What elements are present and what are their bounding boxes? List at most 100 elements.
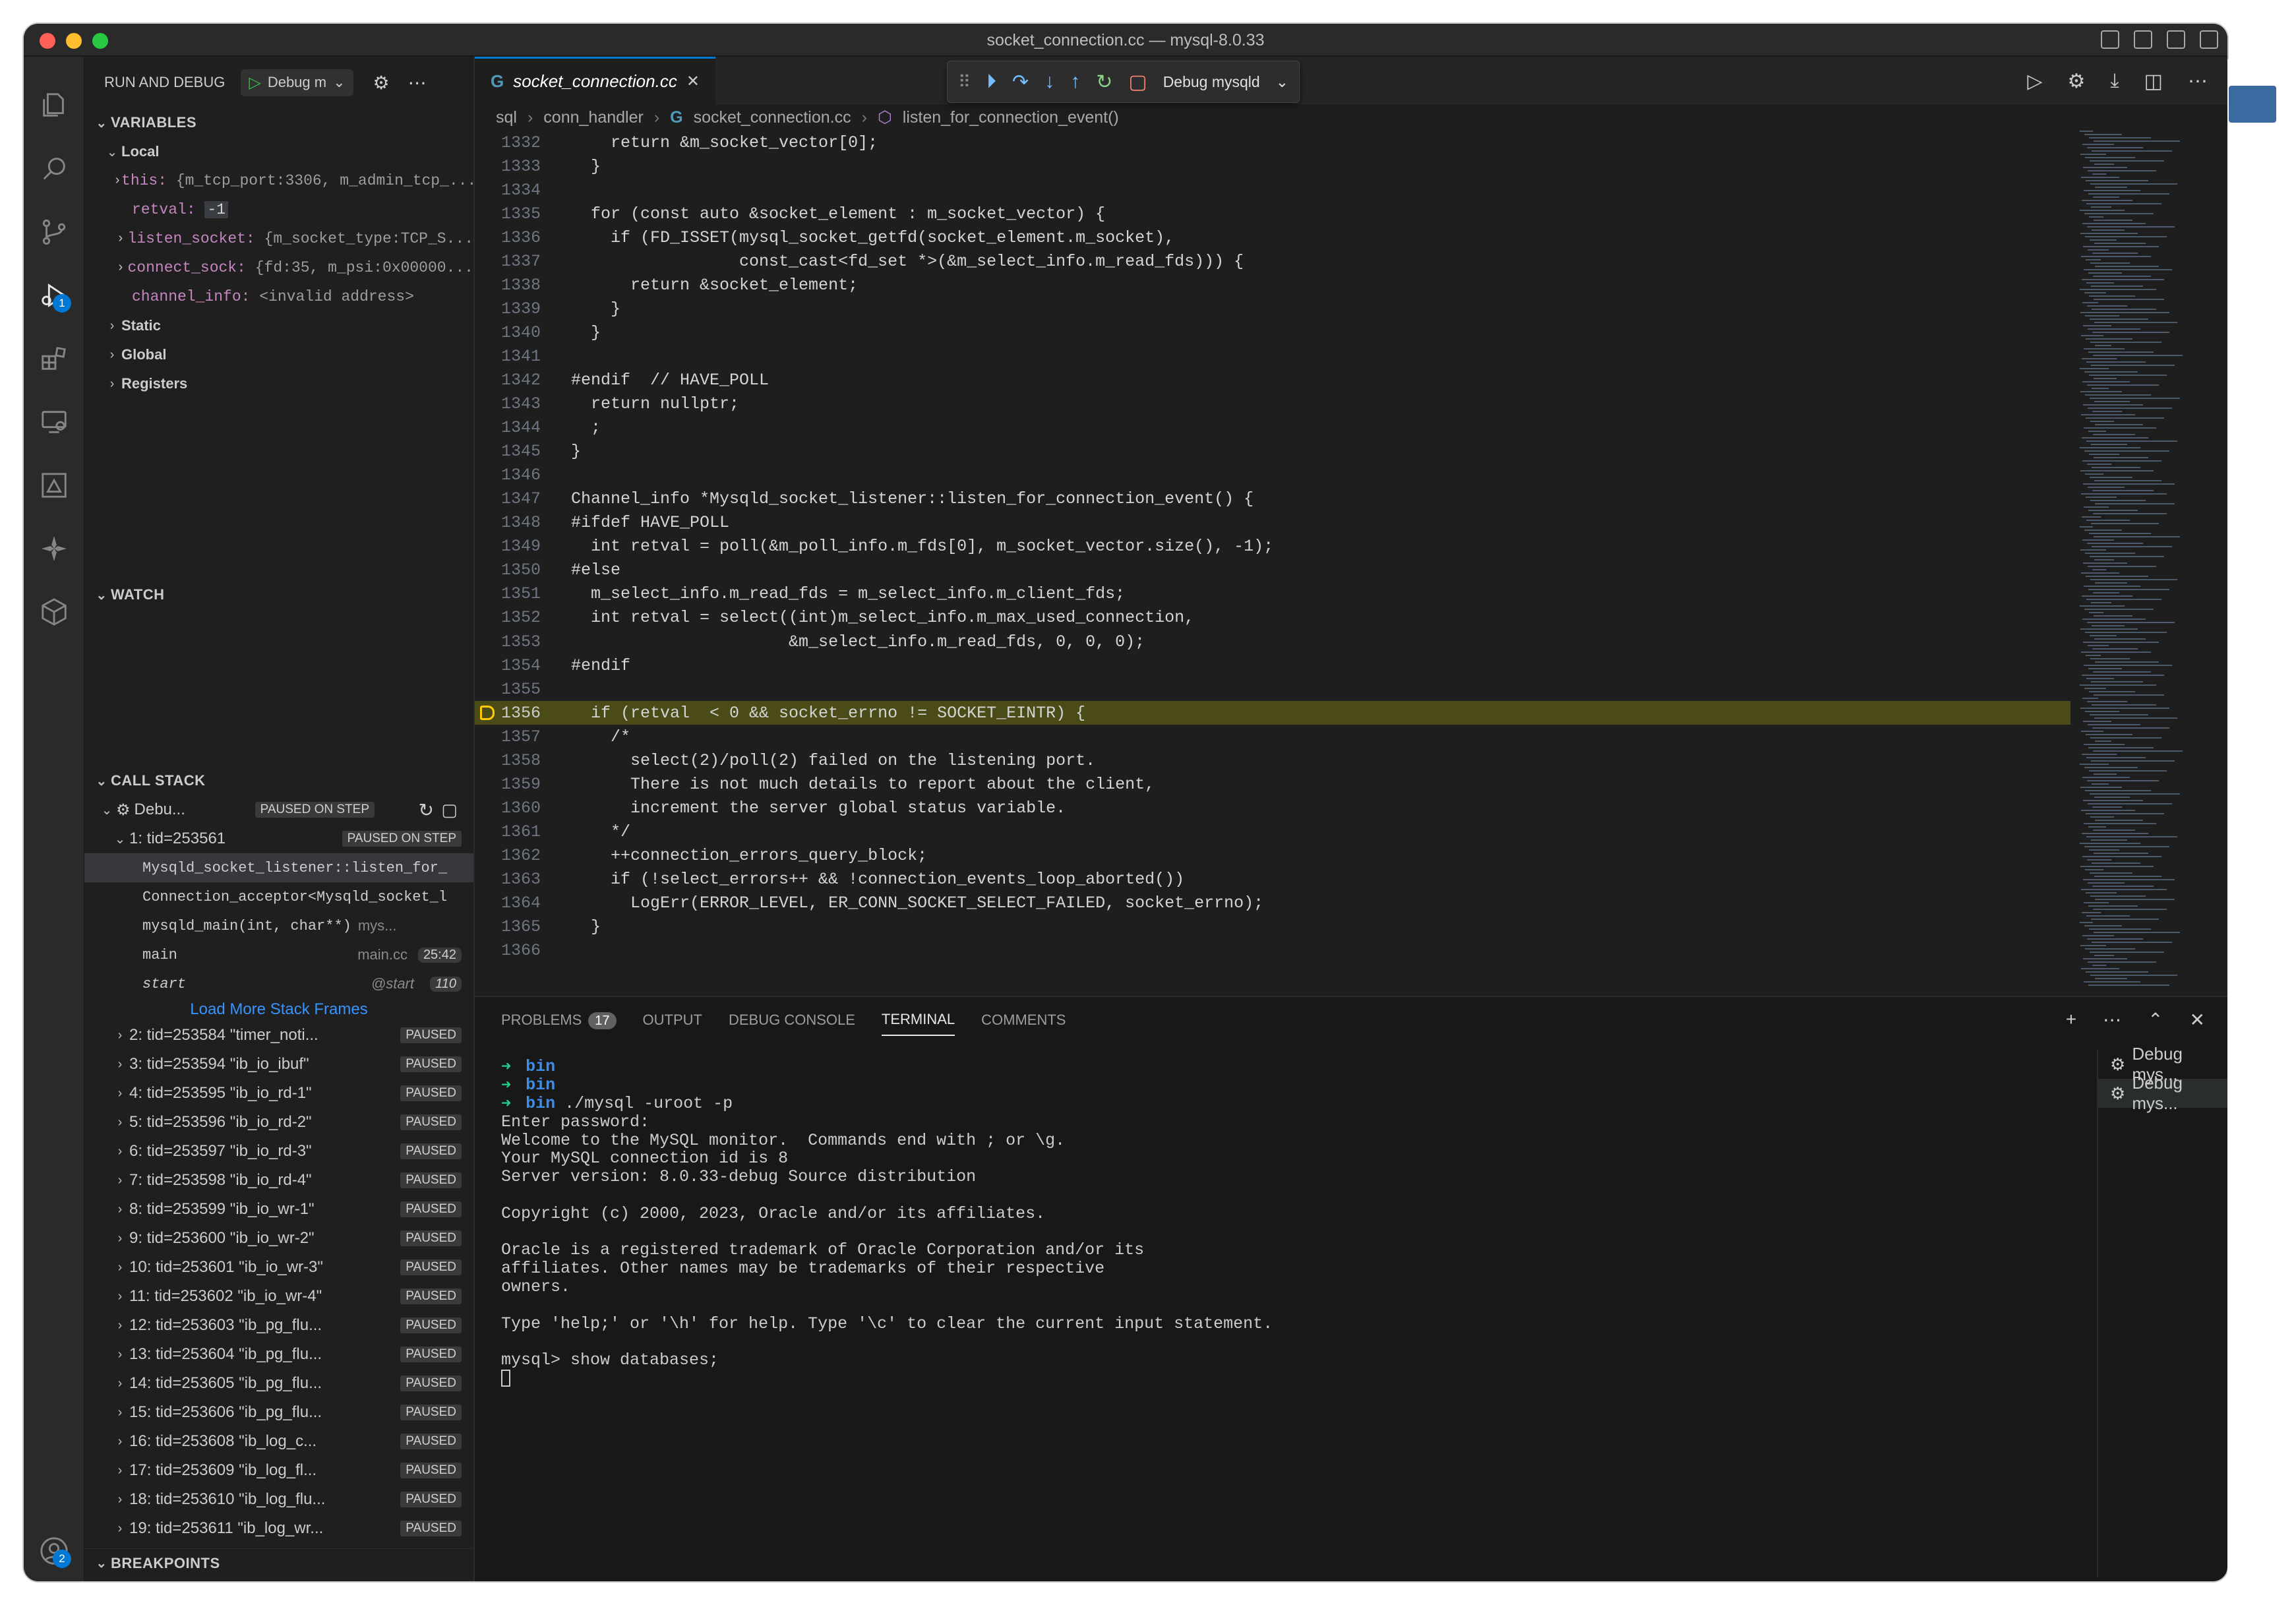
thread-row[interactable]: › 11: tid=253602 "ib_io_wr-4" PAUSED [84,1282,473,1311]
variables-section-header[interactable]: ⌄ VARIABLES [84,108,473,137]
stack-frame-row[interactable]: main main.cc 25:42 [84,940,473,969]
stack-frame-row[interactable]: Connection_acceptor<Mysqld_socket_l [84,882,473,911]
thread-row[interactable]: › 6: tid=253597 "ib_io_rd-3" PAUSED [84,1137,473,1166]
terminal-item[interactable]: ⚙ Debug mys... [2098,1073,2227,1113]
thread-row[interactable]: › 2: tid=253584 "timer_noti... PAUSED [84,1021,473,1050]
variable-row[interactable]: channel_info: <invalid address> [84,282,473,311]
thread-row[interactable]: › 12: tid=253603 "ib_pg_flu... PAUSED [84,1311,473,1340]
debug-session-row[interactable]: ⌄ ⚙ Debu... PAUSED ON STEP ↻ ▢ [84,795,473,824]
tab-output[interactable]: OUTPUT [643,1012,702,1029]
thread-row[interactable]: › 10: tid=253601 "ib_io_wr-3" PAUSED [84,1253,473,1282]
step-into-icon[interactable]: ↓ [1044,71,1054,93]
breadcrumb-item[interactable]: socket_connection.cc [694,108,851,127]
thread-row[interactable]: › 14: tid=253605 "ib_pg_flu... PAUSED [84,1369,473,1398]
variable-row[interactable]: › this: {m_tcp_port:3306, m_admin_tcp_... [84,166,473,195]
debug-pointer-icon[interactable] [480,706,495,721]
background-window [2227,59,2296,1576]
download-icon[interactable]: ⤓ [2110,70,2119,93]
line-number: 1337 [500,251,541,271]
step-over-icon[interactable]: ↷ [1012,71,1029,94]
stack-frame-row[interactable]: Mysqld_socket_listener::listen_for_ [84,853,473,882]
thread-row[interactable]: › 13: tid=253604 "ib_pg_flu... PAUSED [84,1340,473,1369]
more-actions-icon[interactable]: ⋯ [2103,1009,2121,1031]
tab-problems[interactable]: PROBLEMS 17 [501,1012,617,1029]
stop-icon[interactable]: ▢ [441,800,458,820]
restart-icon[interactable]: ↻ [1096,71,1112,94]
minimap-line [2091,919,2159,920]
run-and-debug-icon[interactable]: 1 [37,278,71,313]
minimap-line [2089,533,2151,534]
toggle-primary-sidebar-icon[interactable] [2101,30,2119,49]
breadcrumb-item[interactable]: conn_handler [543,108,644,127]
split-editor-icon[interactable]: ◫ [2144,70,2163,93]
variable-row[interactable]: › listen_socket: {m_socket_type:TCP_S... [84,224,473,253]
thread-status-badge: PAUSED [400,1347,462,1362]
remote-explorer-icon[interactable] [37,405,71,439]
more-actions-icon[interactable]: ⋯ [2188,70,2208,93]
thread-row[interactable]: › 4: tid=253595 "ib_io_rd-1" PAUSED [84,1079,473,1108]
gear-icon[interactable]: ⚙ [373,72,390,94]
variable-row[interactable]: retval: -1 [84,195,473,224]
tab-socket-connection[interactable]: G socket_connection.cc ✕ [475,57,715,104]
terminal-output[interactable]: ➜ bin ➜ bin ➜ bin ./mysql -uroot -p Enter passw… [501,1057,2044,1387]
testing-icon[interactable] [37,468,71,502]
thread-row[interactable]: › 5: tid=253596 "ib_io_rd-2" PAUSED [84,1108,473,1137]
more-actions-icon[interactable]: ⋯ [408,72,427,94]
minimap-line [2082,833,2148,834]
stack-frame-row[interactable]: start @start 110 [84,969,473,998]
variables-scope-local[interactable]: ⌄ Local [84,137,473,166]
thread-row[interactable]: › 15: tid=253606 "ib_pg_flu... PAUSED [84,1398,473,1427]
maximize-panel-icon[interactable]: ⌃ [2148,1009,2163,1031]
minimap-line [2086,520,2130,521]
tab-comments[interactable]: COMMENTS [981,1012,1066,1029]
variables-scope-registers[interactable]: › Registers [84,369,473,398]
start-debugging-icon[interactable]: ▷ [249,73,260,92]
thread-row[interactable]: › 9: tid=253600 "ib_io_wr-2" PAUSED [84,1224,473,1253]
gear-icon[interactable]: ⚙ [2067,70,2085,93]
thread-row[interactable]: ⌄ 1: tid=253561 PAUSED ON STEP [84,824,473,853]
package-icon[interactable] [37,595,71,629]
tab-terminal[interactable]: TERMINAL [881,1004,955,1036]
breakpoints-section-header[interactable]: ⌄ BREAKPOINTS [84,1548,473,1577]
step-out-icon[interactable]: ↑ [1070,71,1080,93]
breadcrumb-item[interactable]: listen_for_connection_event() [903,108,1119,127]
source-control-icon[interactable] [37,215,71,249]
toggle-panel-icon[interactable] [2134,30,2152,49]
watch-section-header[interactable]: ⌄ WATCH [84,580,473,609]
run-debug-icon[interactable]: ▷ [2027,70,2042,93]
extensions-icon[interactable] [37,342,71,376]
thread-row[interactable]: › 17: tid=253609 "ib_log_fl... PAUSED [84,1456,473,1485]
continue-icon[interactable]: ⏵ [986,71,996,93]
thread-row[interactable]: › 18: tid=253610 "ib_log_flu... PAUSED [84,1485,473,1514]
stack-frame-row[interactable]: mysqld_main(int, char**) mys... [84,911,473,940]
toggle-secondary-sidebar-icon[interactable] [2167,30,2185,49]
stop-icon[interactable]: ▢ [1128,71,1147,94]
drag-handle-icon[interactable]: ⠿ [958,72,971,92]
restart-frame-icon[interactable]: ↻ [419,799,434,821]
minimap-line [2088,724,2140,725]
variable-row[interactable]: › connect_sock: {fd:35, m_psi:0x00000... [84,253,473,282]
breadcrumb-item[interactable]: sql [496,108,517,127]
variables-scope-static[interactable]: › Static [84,311,473,340]
thread-row[interactable]: › 7: tid=253598 "ib_io_rd-4" PAUSED [84,1166,473,1195]
minimap[interactable] [2076,131,2227,996]
code-editor[interactable]: 1332 return &m_socket_vector[0]; 1333 } 13… [475,131,2070,996]
close-icon[interactable]: ✕ [686,72,700,91]
debug-config-select[interactable]: ▷ Debug m ⌄ [241,69,353,96]
load-more-stack-frames-link[interactable]: Load More Stack Frames [84,998,473,1021]
debug-config-dropdown[interactable]: Debug mysqld [1163,73,1260,91]
thread-row[interactable]: › 19: tid=253611 "ib_log_wr... PAUSED [84,1514,473,1543]
new-terminal-icon[interactable]: + [2066,1009,2076,1031]
extension-pinwheel-icon[interactable] [37,531,71,566]
search-icon[interactable] [37,152,71,186]
customize-layout-icon[interactable] [2200,30,2218,49]
tab-debug-console[interactable]: DEBUG CONSOLE [729,1012,855,1029]
thread-row[interactable]: › 3: tid=253594 "ib_io_ibuf" PAUSED [84,1050,473,1079]
thread-row[interactable]: › 8: tid=253599 "ib_io_wr-1" PAUSED [84,1195,473,1224]
close-icon[interactable]: ✕ [2190,1009,2205,1031]
explorer-icon[interactable] [37,88,71,123]
accounts-icon[interactable]: 2 [37,1534,71,1568]
variables-scope-global[interactable]: › Global [84,340,473,369]
call-stack-section-header[interactable]: ⌄ CALL STACK [84,766,473,795]
thread-row[interactable]: › 16: tid=253608 "ib_log_c... PAUSED [84,1427,473,1456]
